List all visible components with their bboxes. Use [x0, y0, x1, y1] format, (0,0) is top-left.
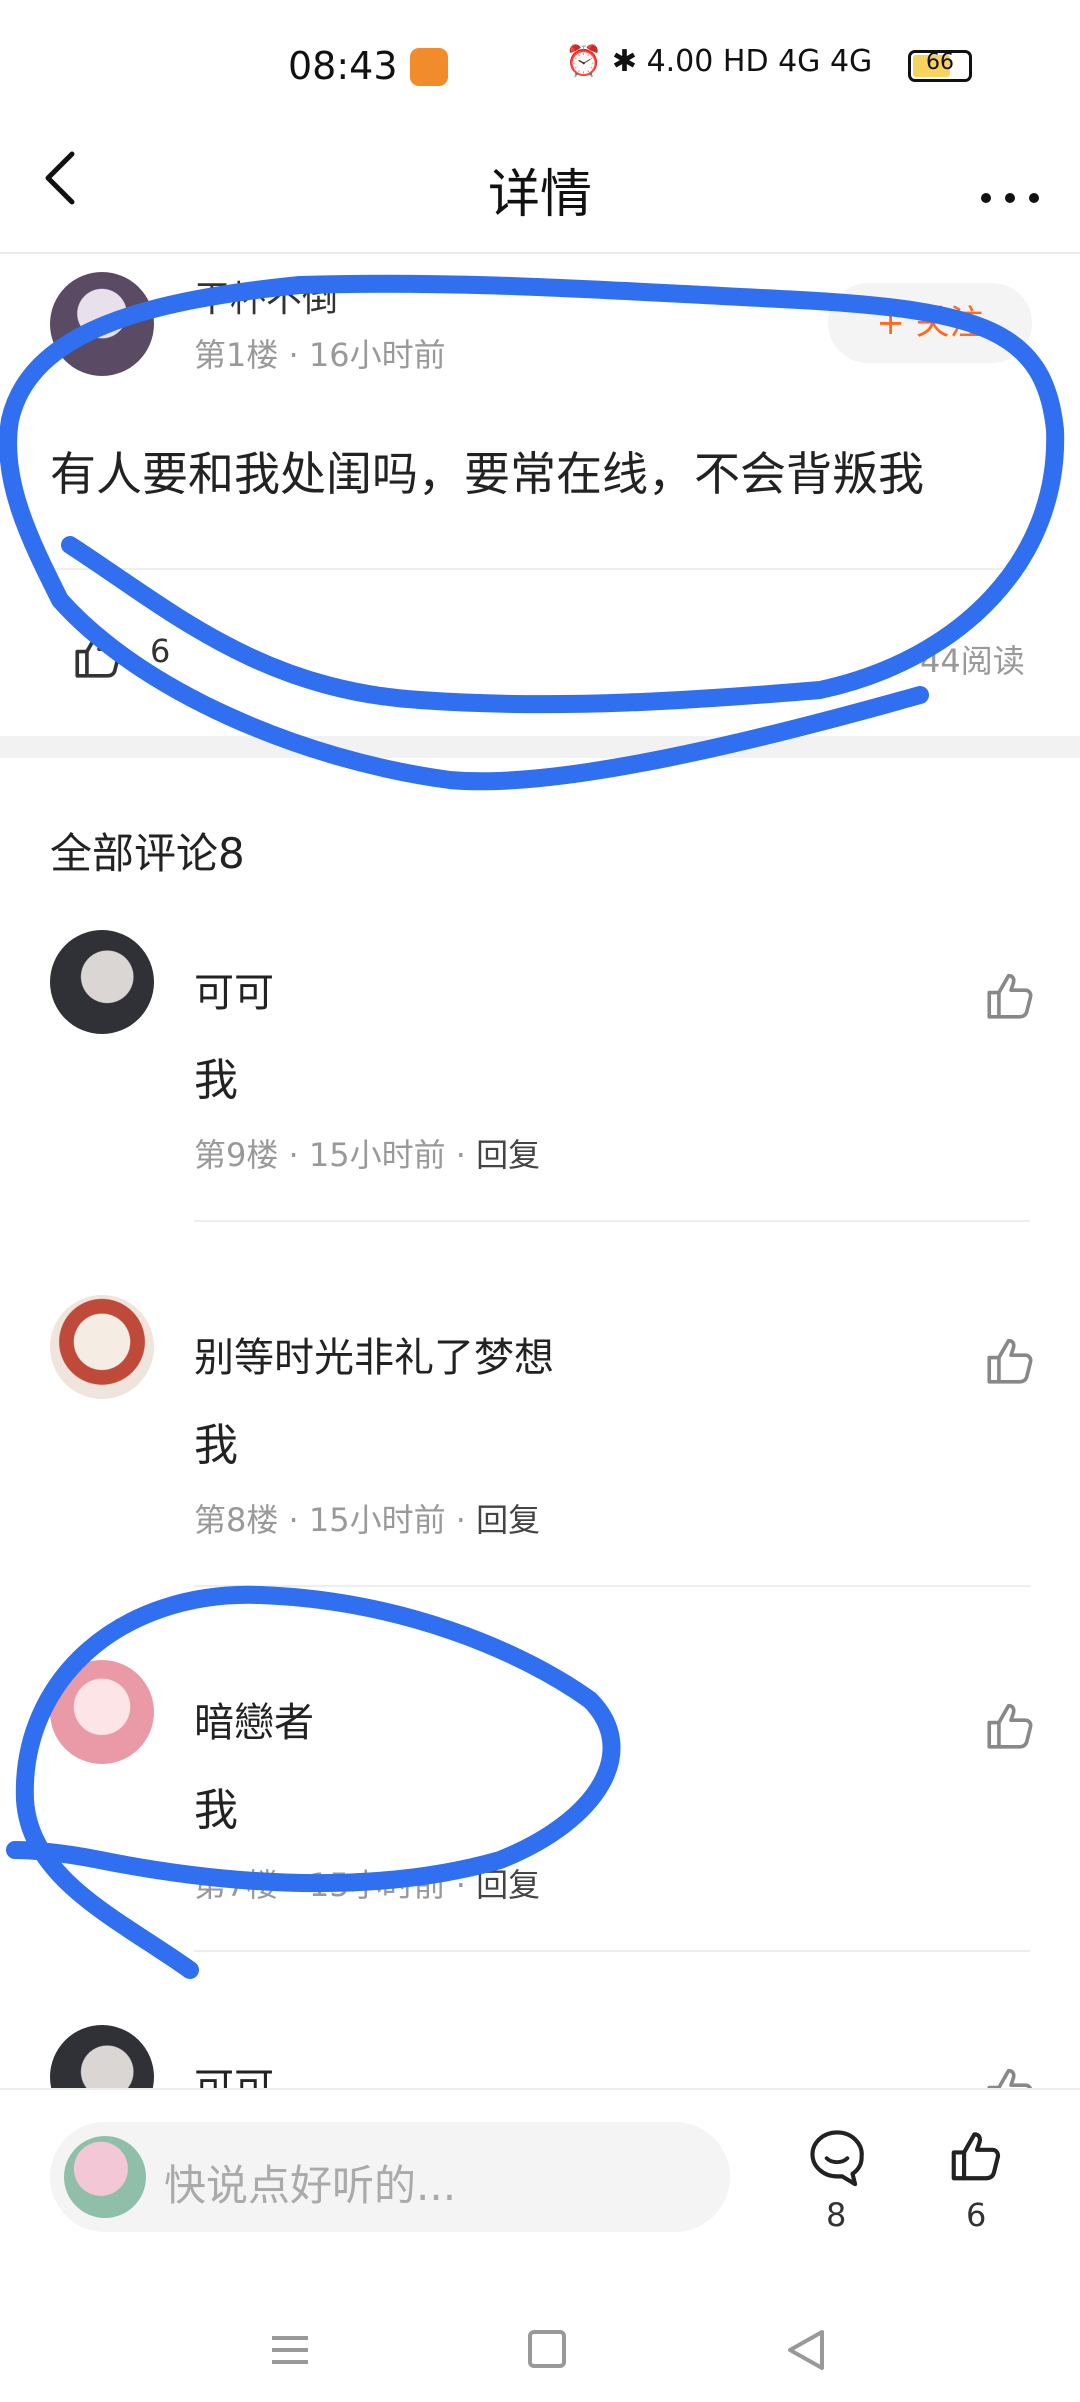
battery-icon: 66: [908, 50, 972, 82]
system-back-button[interactable]: [786, 2328, 826, 2372]
menu-button[interactable]: [270, 2330, 310, 2370]
comment-input-placeholder[interactable]: 快说点好听的...: [164, 2152, 456, 2213]
comment-divider: [194, 1950, 1030, 1952]
my-avatar: [64, 2136, 146, 2218]
commenter-name[interactable]: 暗戀者: [194, 1690, 314, 1748]
comments-button[interactable]: [806, 2126, 868, 2188]
thumbs-up-icon: [951, 2132, 1001, 2181]
comment-item: 别等时光非礼了梦想 我 第8楼 · 15小时前 · 回复: [0, 1295, 1080, 1660]
status-icons: ⏰ ✱ 4.00 HD 4G 4G: [565, 44, 873, 79]
comment-text: 我: [194, 1785, 238, 1836]
commenter-name[interactable]: 可可: [194, 2055, 274, 2088]
comment-meta-text: 第7楼 · 15小时前 ·: [194, 1866, 477, 1904]
thumbs-up-icon: [987, 1703, 1033, 1749]
comment-meta: 第9楼 · 15小时前 · 回复: [194, 1130, 540, 1176]
commenter-avatar[interactable]: [50, 930, 154, 1034]
commenter-name[interactable]: 可可: [194, 960, 274, 1018]
post-like-button[interactable]: [70, 625, 128, 687]
section-gap: [0, 736, 1080, 758]
commenter-name[interactable]: 别等时光非礼了梦想: [194, 1325, 554, 1383]
comment-item: 暗戀者 我 第7楼 · 15小时前 · 回复: [0, 1660, 1080, 2025]
comment-text: 我: [194, 1420, 238, 1471]
thumbs-up-icon: [75, 632, 121, 678]
comment-item: 可可: [0, 2025, 1080, 2088]
commenter-avatar[interactable]: [50, 2025, 154, 2088]
post-divider: [50, 568, 1030, 570]
comment-divider: [194, 1585, 1030, 1587]
post-meta: 第1楼 · 16小时前: [194, 336, 446, 374]
comment-like-button[interactable]: [982, 2061, 1040, 2088]
post-like-count: 6: [150, 632, 171, 670]
page-title: 详情: [487, 165, 592, 225]
comment-like-button[interactable]: [982, 966, 1040, 1028]
post-author-name[interactable]: 干杯不倒: [194, 270, 338, 322]
post-author-avatar[interactable]: [50, 272, 154, 376]
comment-meta-text: 第8楼 · 15小时前 ·: [194, 1501, 477, 1539]
like-button[interactable]: [946, 2124, 1008, 2190]
menu-icon: [272, 2336, 308, 2364]
follow-button[interactable]: + 关注: [828, 283, 1032, 363]
thumbs-up-icon: [987, 2068, 1032, 2088]
comment-count: 8: [826, 2196, 847, 2234]
reply-button[interactable]: 回复: [476, 1866, 540, 1904]
post-content: 有人要和我处闺吗，要常在线，不会背叛我: [50, 447, 924, 501]
like-count: 6: [966, 2196, 987, 2234]
comment-like-button[interactable]: [982, 1331, 1040, 1393]
reply-button[interactable]: 回复: [476, 1501, 540, 1539]
comment-bubble-icon: [810, 2130, 864, 2187]
battery-level: 66: [926, 50, 954, 75]
comment-meta: 第8楼 · 15小时前 · 回复: [194, 1495, 540, 1541]
commenter-avatar[interactable]: [50, 1295, 154, 1399]
post-read-count: 44阅读: [920, 642, 1025, 680]
comment-text: 我: [194, 1055, 238, 1106]
commenter-avatar[interactable]: [50, 1660, 154, 1764]
thumbs-up-icon: [987, 1338, 1033, 1384]
home-button[interactable]: [528, 2330, 566, 2368]
comment-meta: 第7楼 · 15小时前 · 回复: [194, 1860, 540, 1906]
status-time: 08:43: [288, 44, 398, 88]
more-icon: [981, 193, 1039, 203]
reply-button[interactable]: 回复: [476, 1136, 540, 1174]
thumbs-up-icon: [987, 973, 1033, 1019]
comment-divider: [194, 1220, 1030, 1222]
app-notification-icon: [410, 48, 448, 86]
comment-meta-text: 第9楼 · 15小时前 ·: [194, 1136, 477, 1174]
comment-like-button[interactable]: [982, 1696, 1040, 1758]
header-divider: [0, 252, 1080, 254]
triangle-back-icon: [788, 2330, 824, 2370]
comments-heading: 全部评论8: [50, 829, 245, 878]
comment-item: 可可 我 第9楼 · 15小时前 · 回复: [0, 930, 1080, 1295]
more-button[interactable]: [978, 172, 1042, 218]
